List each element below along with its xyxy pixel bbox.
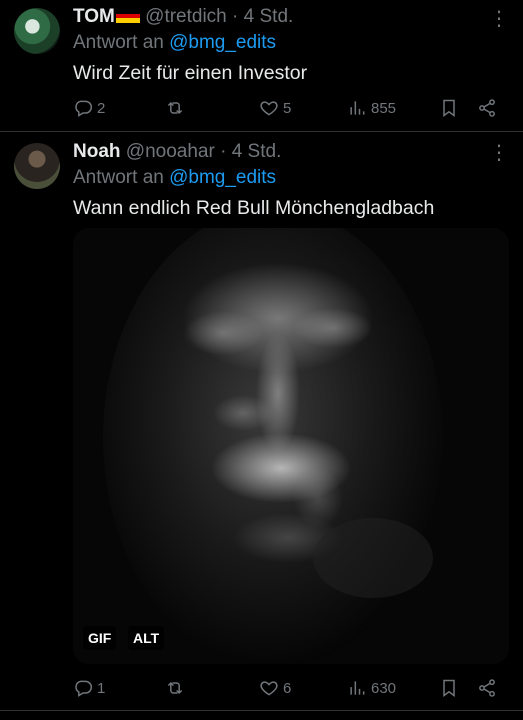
bookmark-button[interactable] bbox=[439, 97, 459, 119]
retweet-button[interactable] bbox=[165, 97, 189, 119]
reply-icon bbox=[75, 680, 93, 697]
user-handle[interactable]: @nooahar bbox=[126, 141, 215, 162]
share-button[interactable] bbox=[477, 97, 497, 119]
heart-icon bbox=[260, 681, 278, 696]
timestamp[interactable]: 4 Std. bbox=[232, 141, 282, 162]
tweet-text: Wird Zeit für einen Investor bbox=[73, 62, 308, 84]
retweet-button[interactable] bbox=[165, 677, 189, 699]
gif-media[interactable]: GIF ALT bbox=[73, 228, 509, 664]
tweet[interactable]: Noah @nooahar · 4 Std. ⋮ Antwort an @bmg… bbox=[0, 132, 523, 710]
reply-mention[interactable]: @bmg_edits bbox=[169, 32, 276, 53]
views-button[interactable]: 855 bbox=[347, 97, 396, 119]
tweet[interactable]: TOM @tretdich · 4 Std. ⋮ Antwort an @bmg… bbox=[0, 0, 523, 131]
display-name[interactable]: TOM bbox=[73, 6, 115, 27]
heart-icon bbox=[260, 101, 278, 116]
reply-prefix: Antwort an bbox=[73, 32, 164, 53]
view-count: 630 bbox=[371, 679, 397, 697]
gif-image bbox=[73, 228, 509, 664]
view-count: 855 bbox=[371, 99, 397, 117]
bookmark-button[interactable] bbox=[439, 677, 459, 699]
like-count: 5 bbox=[283, 99, 292, 117]
separator: · bbox=[232, 6, 239, 27]
share-icon bbox=[479, 679, 495, 697]
avatar[interactable] bbox=[14, 143, 60, 189]
gif-badge: GIF bbox=[83, 626, 117, 650]
views-icon bbox=[350, 101, 365, 115]
like-count: 6 bbox=[283, 679, 292, 697]
alt-badge[interactable]: ALT bbox=[128, 626, 165, 650]
bookmark-icon bbox=[443, 679, 455, 697]
display-name[interactable]: Noah bbox=[73, 141, 121, 162]
share-icon bbox=[479, 99, 495, 117]
reply-context: Antwort an @bmg_edits bbox=[73, 166, 276, 190]
separator: · bbox=[220, 141, 227, 162]
share-button[interactable] bbox=[477, 677, 497, 699]
reply-prefix: Antwort an bbox=[73, 167, 164, 188]
action-bar: 1 6 630 bbox=[73, 677, 509, 699]
views-button[interactable]: 630 bbox=[347, 677, 396, 699]
reply-icon bbox=[75, 100, 93, 117]
tweet-text: Wann endlich Red Bull Mönchengladbach bbox=[73, 197, 435, 219]
reply-count: 2 bbox=[97, 99, 106, 117]
more-icon[interactable]: ⋮ bbox=[489, 9, 509, 29]
like-button[interactable]: 5 bbox=[259, 97, 291, 119]
reply-mention[interactable]: @bmg_edits bbox=[169, 167, 276, 188]
avatar[interactable] bbox=[14, 8, 60, 54]
user-handle[interactable]: @tretdich bbox=[145, 6, 227, 27]
tweet-header: Noah @nooahar · 4 Std. bbox=[73, 140, 281, 164]
tweet-header: TOM @tretdich · 4 Std. bbox=[73, 5, 293, 29]
views-icon bbox=[350, 681, 365, 695]
timestamp[interactable]: 4 Std. bbox=[244, 6, 294, 27]
germany-flag-icon bbox=[115, 9, 140, 23]
reply-count: 1 bbox=[97, 679, 106, 697]
reply-button[interactable]: 1 bbox=[73, 677, 105, 699]
bookmark-icon bbox=[443, 99, 455, 117]
action-bar: 2 5 855 bbox=[73, 97, 509, 119]
divider bbox=[0, 710, 523, 711]
retweet-icon bbox=[167, 101, 183, 115]
more-icon[interactable]: ⋮ bbox=[489, 143, 509, 163]
retweet-icon bbox=[167, 681, 183, 695]
reply-button[interactable]: 2 bbox=[73, 97, 105, 119]
reply-context: Antwort an @bmg_edits bbox=[73, 31, 276, 55]
like-button[interactable]: 6 bbox=[259, 677, 291, 699]
